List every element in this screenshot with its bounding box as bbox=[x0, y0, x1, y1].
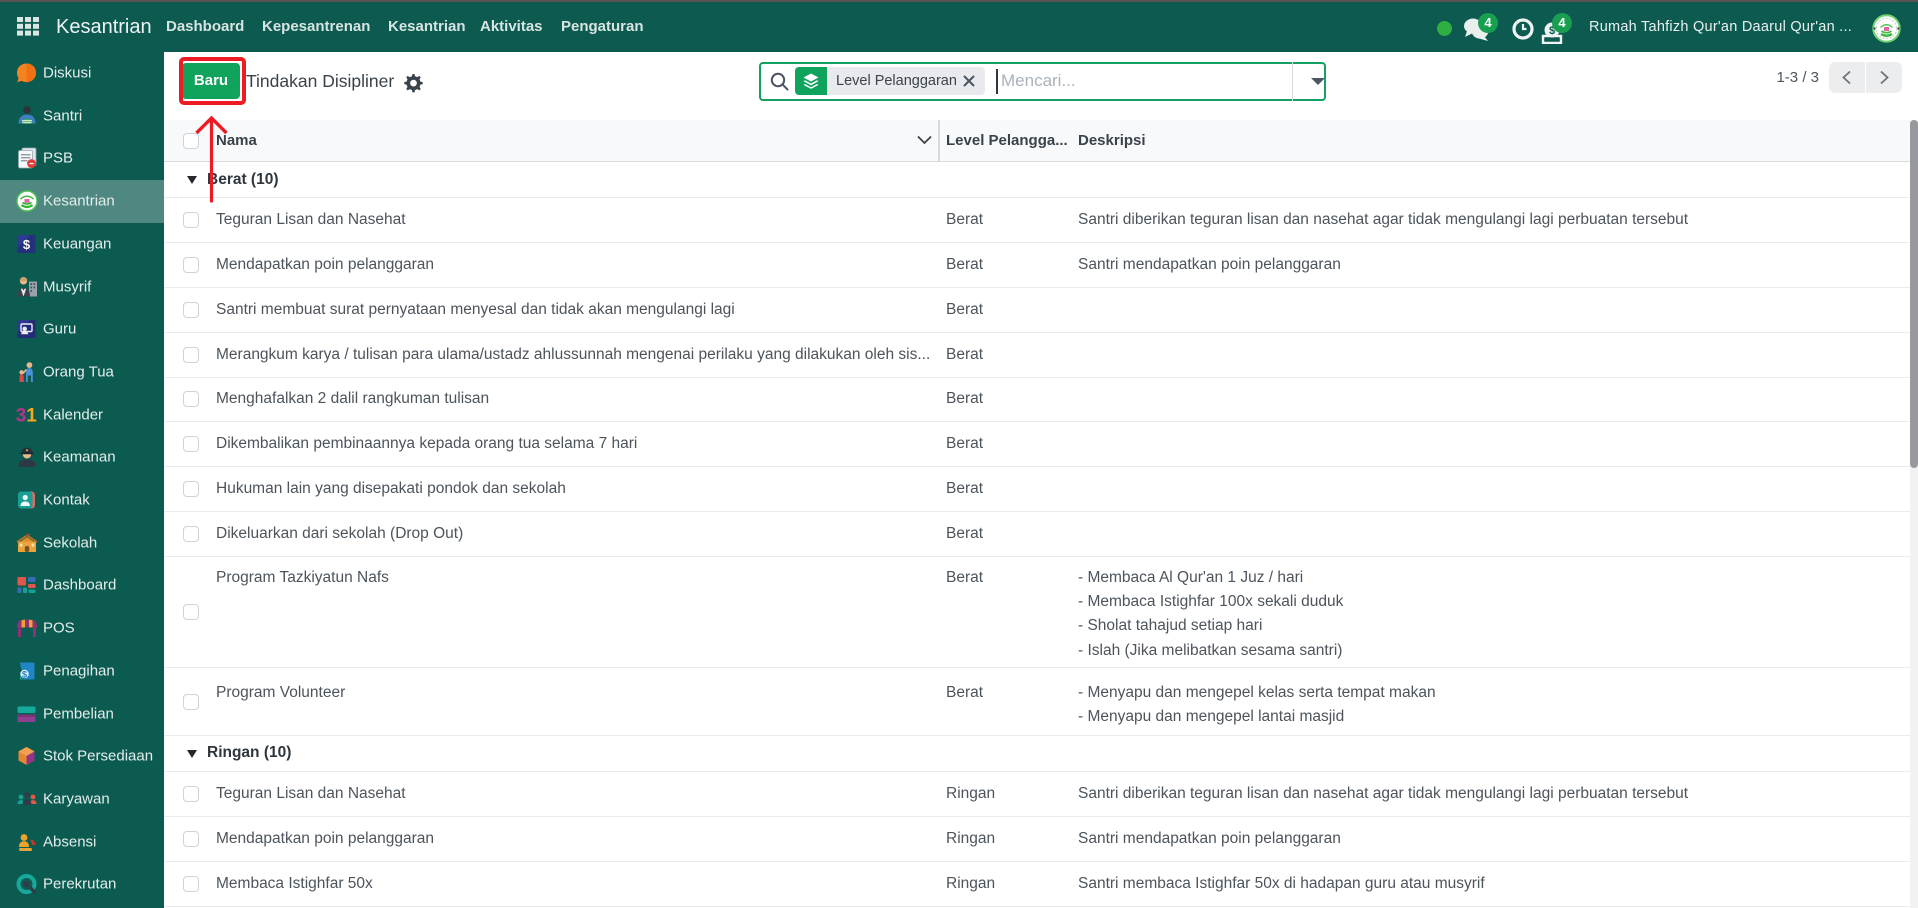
svg-text:1: 1 bbox=[26, 405, 37, 426]
svg-text:$: $ bbox=[23, 237, 31, 252]
svg-text:3: 3 bbox=[16, 405, 26, 426]
svg-text:$: $ bbox=[22, 669, 28, 680]
